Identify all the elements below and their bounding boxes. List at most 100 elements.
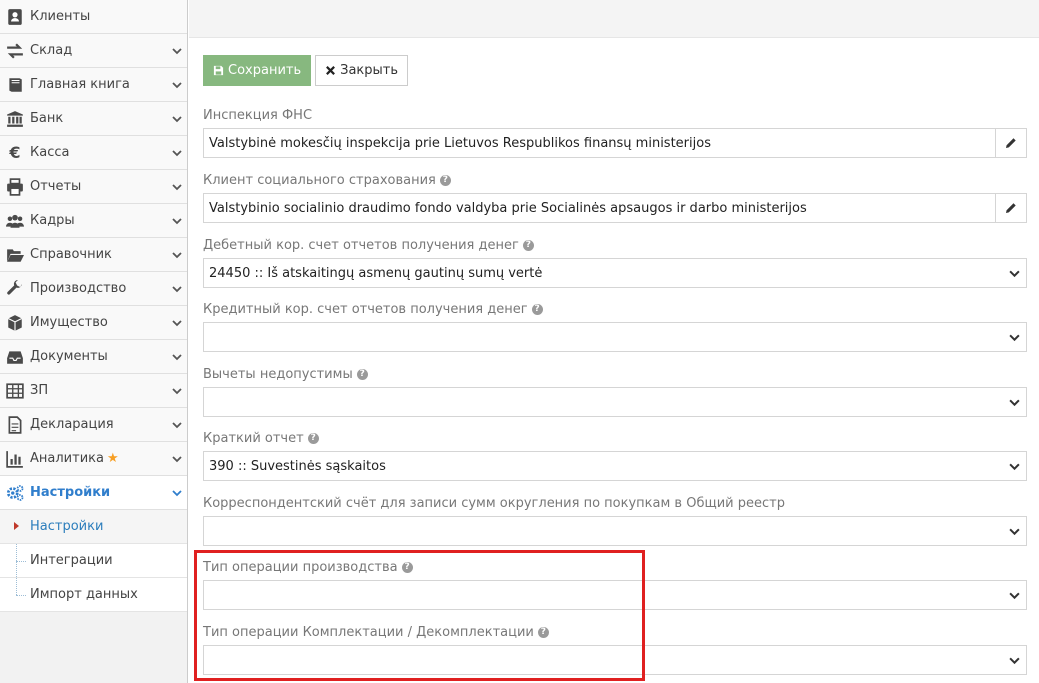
sidebar-item-settings[interactable]: Настройки (0, 476, 187, 510)
star-icon: ★ (106, 451, 119, 466)
sidebar-subitem-integrations[interactable]: Интеграции (0, 544, 187, 578)
field-label: Клиент социального страхования? (203, 171, 1027, 189)
main-content: Сохранить Закрыть (203, 55, 1027, 86)
sidebar-item-label: Аналитика ★ (30, 451, 119, 466)
sidebar-item-production[interactable]: Производство (0, 272, 187, 306)
field-value: Valstybinė mokesčių inspekcija prie Liet… (209, 135, 711, 151)
tree-line (16, 578, 17, 595)
help-icon[interactable]: ? (537, 626, 549, 638)
caret-right-icon (14, 522, 19, 530)
sidebar-subitem-label: Настройки (30, 519, 104, 534)
sidebar-item-property[interactable]: Имущество (0, 306, 187, 340)
sidebar-item-payroll[interactable]: ЗП (0, 374, 187, 408)
field-label: Краткий отчет? (203, 429, 1027, 447)
sidebar: Клиенты Склад Главная книга Банк € Касса… (0, 0, 188, 683)
chevron-down-icon (1002, 655, 1026, 666)
pencil-icon[interactable] (995, 194, 1026, 222)
chevron-down-icon (167, 182, 187, 192)
pencil-icon[interactable] (995, 129, 1026, 157)
save-button[interactable]: Сохранить (203, 55, 312, 86)
sidebar-subitem-settings[interactable]: Настройки (0, 510, 187, 544)
help-icon[interactable]: ? (307, 432, 319, 444)
printer-icon (0, 177, 30, 196)
book-icon (0, 76, 30, 94)
sidebar-item-directory[interactable]: Справочник (0, 238, 187, 272)
chevron-down-icon (1002, 397, 1026, 408)
sidebar-item-label: Клиенты (30, 9, 91, 24)
form-field-credit-account: Кредитный кор. счет отчетов получения де… (203, 300, 1027, 352)
chevron-down-icon (167, 216, 187, 226)
sidebar-item-label: Настройки (30, 485, 111, 500)
production-operation-type-select[interactable] (203, 580, 1027, 610)
field-label: Вычеты недопустимы? (203, 365, 1027, 383)
euro-icon: € (9, 143, 21, 162)
help-icon[interactable]: ? (439, 174, 451, 186)
social-insurance-client-input[interactable]: Valstybinio socialinio draudimo fondo va… (203, 193, 1027, 223)
chevron-down-icon (167, 488, 187, 498)
sidebar-item-label: Касса (30, 145, 70, 160)
tax-inspection-input[interactable]: Valstybinė mokesčių inspekcija prie Liet… (203, 128, 1027, 158)
help-icon[interactable]: ? (522, 239, 534, 251)
form-field-assembly-operation-type: Тип операции Комплектации / Декомплектац… (203, 623, 1027, 675)
field-label: Корреспондентский счёт для записи сумм о… (203, 495, 785, 511)
chevron-down-icon (1002, 461, 1026, 472)
help-icon[interactable]: ? (401, 561, 413, 573)
assembly-operation-type-select[interactable] (203, 645, 1027, 675)
help-icon[interactable]: ? (356, 368, 368, 380)
sidebar-item-label: Имущество (30, 315, 108, 330)
sidebar-subitem-data-import[interactable]: Импорт данных (0, 578, 187, 612)
sidebar-item-label: Банк (30, 111, 64, 126)
contact-card-icon (0, 8, 30, 26)
form-field-debit-account: Дебетный кор. счет отчетов получения ден… (203, 236, 1027, 288)
debit-account-select[interactable]: 24450 :: Iš atskaitingų asmenų gautinų s… (203, 258, 1027, 288)
chevron-down-icon (167, 250, 187, 260)
chevron-down-icon (167, 80, 187, 90)
sidebar-item-cash[interactable]: € Касса (0, 136, 187, 170)
form-field-production-operation-type: Тип операции производства? (203, 558, 1027, 610)
sidebar-subitem-label: Интеграции (30, 553, 113, 568)
close-button-label: Закрыть (340, 63, 399, 78)
top-header-bar (189, 0, 1039, 38)
sidebar-item-bank[interactable]: Банк (0, 102, 187, 136)
sidebar-item-clients[interactable]: Клиенты (0, 0, 187, 34)
chevron-down-icon (167, 284, 187, 294)
sidebar-item-warehouse[interactable]: Склад (0, 34, 187, 68)
deductions-not-allowed-select[interactable] (203, 387, 1027, 417)
sidebar-item-general-ledger[interactable]: Главная книга (0, 68, 187, 102)
save-button-label: Сохранить (228, 63, 302, 78)
sidebar-item-hr[interactable]: Кадры (0, 204, 187, 238)
close-icon (326, 66, 336, 75)
close-button[interactable]: Закрыть (315, 55, 409, 86)
rounding-account-select[interactable] (203, 516, 1027, 546)
form-field-rounding-account: Корреспондентский счёт для записи сумм о… (203, 494, 1027, 546)
table-icon (0, 382, 30, 400)
floppy-disk-icon (213, 65, 224, 76)
bar-chart-icon (0, 450, 30, 468)
field-label: Кредитный кор. счет отчетов получения де… (203, 300, 1027, 318)
wrench-icon (0, 279, 30, 298)
chevron-down-icon (167, 148, 187, 158)
sidebar-item-label: Декларация (30, 417, 114, 432)
sidebar-item-label: ЗП (30, 383, 49, 398)
users-icon (0, 212, 30, 230)
chevron-down-icon (1002, 268, 1026, 279)
form-field-short-report: Краткий отчет? 390 :: Suvestinės sąskait… (203, 429, 1027, 481)
sidebar-item-declaration[interactable]: Декларация (0, 408, 187, 442)
tree-line (16, 561, 26, 562)
sidebar-item-analytics[interactable]: Аналитика ★ (0, 442, 187, 476)
help-icon[interactable]: ? (531, 303, 543, 315)
chevron-down-icon (167, 352, 187, 362)
folder-open-icon (0, 246, 30, 264)
sidebar-item-documents[interactable]: Документы (0, 340, 187, 374)
form-field-tax-inspection: Инспекция ФНС Valstybinė mokesčių inspek… (203, 106, 1027, 158)
toolbar: Сохранить Закрыть (203, 55, 1027, 86)
short-report-select[interactable]: 390 :: Suvestinės sąskaitos (203, 451, 1027, 481)
chevron-down-icon (1002, 332, 1026, 343)
sidebar-subitem-label: Импорт данных (30, 587, 138, 602)
credit-account-select[interactable] (203, 322, 1027, 352)
chevron-down-icon (1002, 526, 1026, 537)
field-label: Тип операции производства? (203, 558, 1027, 576)
tree-line (16, 595, 26, 596)
sidebar-item-reports[interactable]: Отчеты (0, 170, 187, 204)
form-field-deductions-not-allowed: Вычеты недопустимы? (203, 365, 1027, 417)
